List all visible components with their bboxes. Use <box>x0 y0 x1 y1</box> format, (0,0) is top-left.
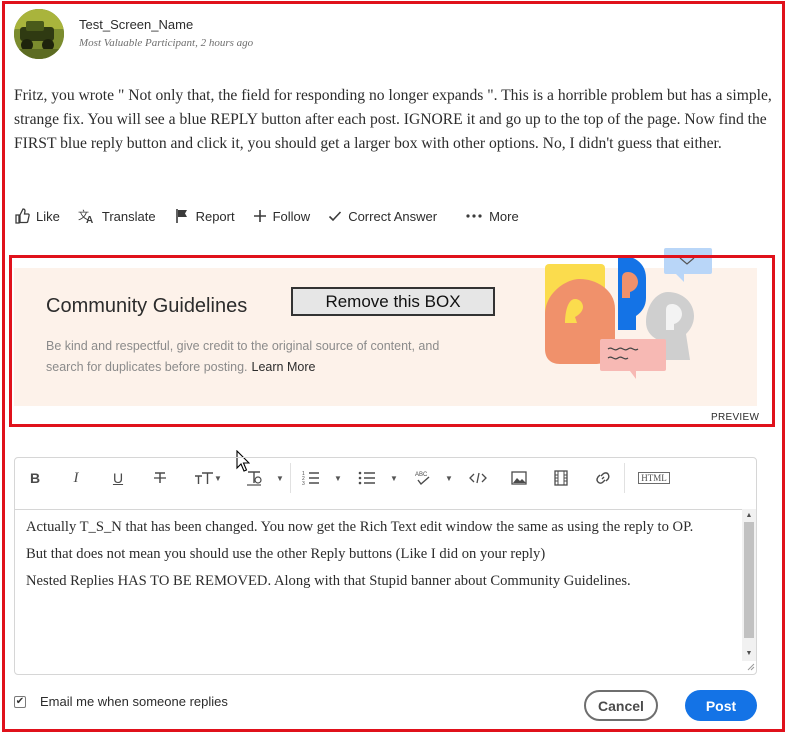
correct-answer-label: Correct Answer <box>348 208 438 224</box>
film-icon <box>554 470 568 486</box>
thumbs-up-icon <box>15 208 30 224</box>
chevron-down-icon: ▼ <box>445 473 453 483</box>
banner-annotation-outline <box>9 255 775 427</box>
numbered-list-icon: 123 <box>302 471 320 486</box>
underline-button[interactable]: U <box>109 467 127 489</box>
translate-button[interactable]: 文A Translate <box>78 208 156 224</box>
svg-text:3: 3 <box>302 481 305 486</box>
insert-image-button[interactable] <box>509 467 529 489</box>
like-label: Like <box>36 208 60 224</box>
spellcheck-icon: ABC <box>415 472 430 486</box>
bullet-list-dropdown[interactable]: ▼ <box>357 467 399 489</box>
chevron-down-icon: ▼ <box>214 473 222 483</box>
chevron-down-icon: ▼ <box>276 473 284 483</box>
flag-icon <box>175 209 187 223</box>
post-time: , 2 hours ago <box>195 37 254 49</box>
bullet-list-icon <box>358 471 376 485</box>
svg-text:ABC: ABC <box>415 472 428 478</box>
chevron-down-icon: ▼ <box>390 473 398 483</box>
post-body: Fritz, you wrote " Not only that, the fi… <box>14 87 772 152</box>
translate-label: Translate <box>101 208 156 224</box>
author-name[interactable]: Test_Screen_Name <box>79 17 193 32</box>
code-button[interactable] <box>467 467 489 489</box>
report-label: Report <box>195 208 235 224</box>
scroll-down-arrow-icon[interactable]: ▼ <box>742 647 756 659</box>
font-size-dropdown[interactable]: ▼ <box>192 467 224 489</box>
translate-icon: 文A <box>78 208 93 224</box>
follow-label: Follow <box>272 208 311 224</box>
code-icon <box>469 472 487 484</box>
more-button[interactable]: More <box>465 209 519 224</box>
correct-answer-button[interactable]: Correct Answer <box>328 209 437 224</box>
html-source-button[interactable]: HTML <box>635 467 673 489</box>
editor-line: But that does not mean you should use th… <box>26 546 546 562</box>
strikethrough-button[interactable] <box>150 467 170 489</box>
html-source-label: HTML <box>638 472 670 484</box>
bold-button[interactable]: B <box>26 467 44 489</box>
email-notify-checkbox[interactable]: ✔ <box>14 696 26 708</box>
more-label: More <box>489 208 519 224</box>
post-actions: Like 文A Translate Report Follow Correct … <box>14 206 537 226</box>
plus-icon <box>253 210 266 222</box>
report-button[interactable]: Report <box>174 208 235 224</box>
numbered-list-dropdown[interactable]: 123 ▼ <box>301 467 343 489</box>
spellcheck-dropdown[interactable]: ABC ▼ <box>410 467 456 489</box>
editor-line: Nested Replies HAS TO BE REMOVED. Along … <box>26 573 631 589</box>
resize-grip-icon[interactable] <box>745 661 755 671</box>
post-button[interactable]: Post <box>685 690 757 721</box>
italic-button[interactable]: I <box>68 467 84 489</box>
link-icon <box>596 472 610 484</box>
checkmark-icon <box>329 211 342 222</box>
author-rank: Most Valuable Participant <box>79 37 196 49</box>
cancel-button[interactable]: Cancel <box>584 690 658 721</box>
scrollbar-thumb[interactable] <box>744 522 754 638</box>
toolbar-divider <box>624 463 625 493</box>
like-button[interactable]: Like <box>14 208 60 224</box>
follow-button[interactable]: Follow <box>253 208 311 224</box>
editor-content[interactable]: Actually T_S_N that has been changed. Yo… <box>14 509 742 674</box>
text-format-dropdown[interactable]: ▼ <box>245 467 285 489</box>
avatar-image <box>14 9 64 59</box>
author-meta: Most Valuable Participant, 2 hours ago <box>79 37 253 49</box>
insert-video-button[interactable] <box>551 467 571 489</box>
clear-format-icon <box>247 471 262 486</box>
toolbar-divider <box>290 463 291 493</box>
ellipsis-icon <box>466 214 482 218</box>
insert-link-button[interactable] <box>593 467 613 489</box>
email-notify-label[interactable]: Email me when someone replies <box>40 694 228 709</box>
strikethrough-icon <box>154 472 166 483</box>
editor-line: Actually T_S_N that has been changed. Yo… <box>26 519 694 535</box>
chevron-down-icon: ▼ <box>334 473 342 483</box>
image-icon <box>511 471 527 485</box>
font-size-icon <box>195 472 214 484</box>
scroll-up-arrow-icon[interactable]: ▲ <box>742 509 756 521</box>
svg-text:A: A <box>86 215 93 224</box>
author-avatar[interactable] <box>14 9 64 59</box>
